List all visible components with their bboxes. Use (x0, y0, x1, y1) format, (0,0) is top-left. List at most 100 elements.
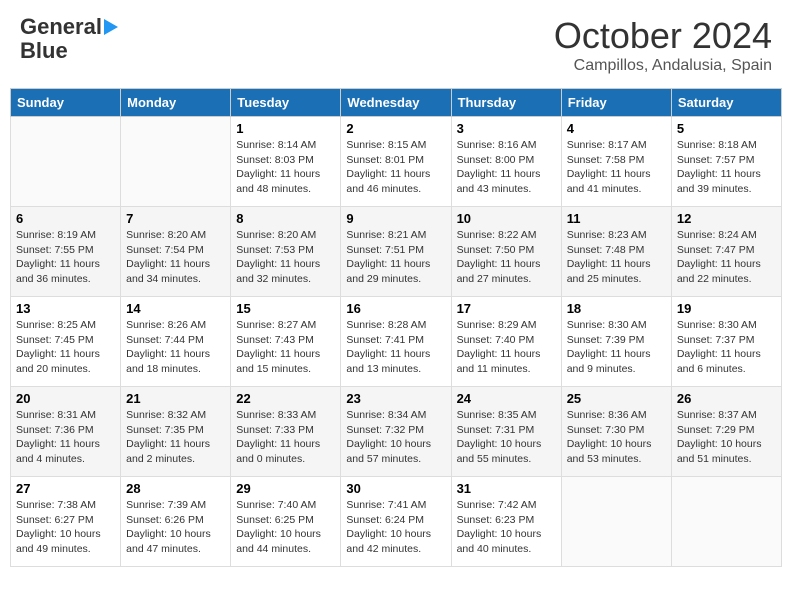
day-info: Sunrise: 8:21 AMSunset: 7:51 PMDaylight:… (346, 228, 445, 287)
weekday-header-row: SundayMondayTuesdayWednesdayThursdayFrid… (11, 89, 782, 117)
calendar-cell: 28 Sunrise: 7:39 AMSunset: 6:26 PMDayligh… (121, 477, 231, 567)
calendar-cell: 4 Sunrise: 8:17 AMSunset: 7:58 PMDaylight… (561, 117, 671, 207)
day-info: Sunrise: 8:22 AMSunset: 7:50 PMDaylight:… (457, 228, 556, 287)
calendar-cell: 22Sunrise: 8:33 AMSunset: 7:33 PMDayligh… (231, 387, 341, 477)
day-info: Sunrise: 8:35 AMSunset: 7:31 PMDaylight:… (457, 408, 556, 467)
day-number: 6 (16, 211, 115, 226)
day-number: 22 (236, 391, 335, 406)
day-number: 5 (677, 121, 776, 136)
day-number: 24 (457, 391, 556, 406)
calendar-cell: 29 Sunrise: 7:40 AMSunset: 6:25 PMDayligh… (231, 477, 341, 567)
day-info: Sunrise: 8:18 AMSunset: 7:57 PMDaylight:… (677, 138, 776, 197)
calendar-cell: 21 Sunrise: 8:32 AMSunset: 7:35 PMDayligh… (121, 387, 231, 477)
day-number: 28 (126, 481, 225, 496)
calendar-cell: 13 Sunrise: 8:25 AMSunset: 7:45 PMDayligh… (11, 297, 121, 387)
calendar-cell: 17Sunrise: 8:29 AMSunset: 7:40 PMDayligh… (451, 297, 561, 387)
day-number: 4 (567, 121, 666, 136)
day-info: Sunrise: 8:16 AMSunset: 8:00 PMDaylight:… (457, 138, 556, 197)
logo-arrow-icon (104, 19, 118, 35)
day-number: 14 (126, 301, 225, 316)
day-info: Sunrise: 8:26 AMSunset: 7:44 PMDaylight:… (126, 318, 225, 377)
day-number: 29 (236, 481, 335, 496)
logo: General Blue (20, 15, 118, 63)
calendar-cell: 25 Sunrise: 8:36 AMSunset: 7:30 PMDayligh… (561, 387, 671, 477)
day-info: Sunrise: 8:34 AMSunset: 7:32 PMDaylight:… (346, 408, 445, 467)
day-info: Sunrise: 7:40 AMSunset: 6:25 PMDaylight:… (236, 498, 335, 557)
calendar-cell: 24 Sunrise: 8:35 AMSunset: 7:31 PMDayligh… (451, 387, 561, 477)
calendar-cell: 26 Sunrise: 8:37 AMSunset: 7:29 PMDayligh… (671, 387, 781, 477)
location-title: Campillos, Andalusia, Spain (554, 57, 772, 75)
calendar-cell: 18 Sunrise: 8:30 AMSunset: 7:39 PMDayligh… (561, 297, 671, 387)
day-number: 12 (677, 211, 776, 226)
calendar-cell: 8 Sunrise: 8:20 AMSunset: 7:53 PMDaylight… (231, 207, 341, 297)
day-number: 13 (16, 301, 115, 316)
calendar-cell: 30 Sunrise: 7:41 AMSunset: 6:24 PMDayligh… (341, 477, 451, 567)
day-info: Sunrise: 8:17 AMSunset: 7:58 PMDaylight:… (567, 138, 666, 197)
calendar-cell: 9Sunrise: 8:21 AMSunset: 7:51 PMDaylight… (341, 207, 451, 297)
calendar-week-row: 6 Sunrise: 8:19 AMSunset: 7:55 PMDaylight… (11, 207, 782, 297)
day-number: 21 (126, 391, 225, 406)
month-title: October 2024 (554, 15, 772, 57)
calendar-cell: 5 Sunrise: 8:18 AMSunset: 7:57 PMDaylight… (671, 117, 781, 207)
weekday-sunday: Sunday (11, 89, 121, 117)
day-info: Sunrise: 8:24 AMSunset: 7:47 PMDaylight:… (677, 228, 776, 287)
day-info: Sunrise: 8:30 AMSunset: 7:37 PMDaylight:… (677, 318, 776, 377)
day-number: 10 (457, 211, 556, 226)
day-number: 26 (677, 391, 776, 406)
day-info: Sunrise: 8:23 AMSunset: 7:48 PMDaylight:… (567, 228, 666, 287)
day-number: 23 (346, 391, 445, 406)
weekday-saturday: Saturday (671, 89, 781, 117)
day-info: Sunrise: 8:32 AMSunset: 7:35 PMDaylight:… (126, 408, 225, 467)
calendar-cell: 14 Sunrise: 8:26 AMSunset: 7:44 PMDayligh… (121, 297, 231, 387)
weekday-tuesday: Tuesday (231, 89, 341, 117)
logo-text-blue: Blue (20, 39, 68, 63)
day-number: 19 (677, 301, 776, 316)
day-info: Sunrise: 8:25 AMSunset: 7:45 PMDaylight:… (16, 318, 115, 377)
calendar-cell: 19 Sunrise: 8:30 AMSunset: 7:37 PMDayligh… (671, 297, 781, 387)
calendar-cell: 23 Sunrise: 8:34 AMSunset: 7:32 PMDayligh… (341, 387, 451, 477)
calendar-week-row: 20 Sunrise: 8:31 AMSunset: 7:36 PMDayligh… (11, 387, 782, 477)
calendar-cell: 3 Sunrise: 8:16 AMSunset: 8:00 PMDaylight… (451, 117, 561, 207)
day-info: Sunrise: 8:19 AMSunset: 7:55 PMDaylight:… (16, 228, 115, 287)
day-info: Sunrise: 8:30 AMSunset: 7:39 PMDaylight:… (567, 318, 666, 377)
title-area: October 2024 Campillos, Andalusia, Spain (554, 15, 772, 75)
day-info: Sunrise: 8:20 AMSunset: 7:54 PMDaylight:… (126, 228, 225, 287)
day-info: Sunrise: 8:28 AMSunset: 7:41 PMDaylight:… (346, 318, 445, 377)
day-number: 27 (16, 481, 115, 496)
day-info: Sunrise: 8:37 AMSunset: 7:29 PMDaylight:… (677, 408, 776, 467)
day-info: Sunrise: 7:38 AMSunset: 6:27 PMDaylight:… (16, 498, 115, 557)
calendar-cell: 31 Sunrise: 7:42 AMSunset: 6:23 PMDayligh… (451, 477, 561, 567)
calendar-cell: 11 Sunrise: 8:23 AMSunset: 7:48 PMDayligh… (561, 207, 671, 297)
day-number: 3 (457, 121, 556, 136)
day-number: 15 (236, 301, 335, 316)
logo-text-general: General (20, 15, 102, 39)
day-number: 7 (126, 211, 225, 226)
calendar-week-row: 13 Sunrise: 8:25 AMSunset: 7:45 PMDayligh… (11, 297, 782, 387)
day-number: 25 (567, 391, 666, 406)
day-number: 20 (16, 391, 115, 406)
day-info: Sunrise: 8:27 AMSunset: 7:43 PMDaylight:… (236, 318, 335, 377)
calendar-cell (561, 477, 671, 567)
calendar-cell: 12 Sunrise: 8:24 AMSunset: 7:47 PMDayligh… (671, 207, 781, 297)
day-number: 16 (346, 301, 445, 316)
day-info: Sunrise: 7:39 AMSunset: 6:26 PMDaylight:… (126, 498, 225, 557)
calendar-cell: 16 Sunrise: 8:28 AMSunset: 7:41 PMDayligh… (341, 297, 451, 387)
day-number: 1 (236, 121, 335, 136)
day-info: Sunrise: 8:31 AMSunset: 7:36 PMDaylight:… (16, 408, 115, 467)
calendar-cell: 1Sunrise: 8:14 AMSunset: 8:03 PMDaylight… (231, 117, 341, 207)
day-info: Sunrise: 8:36 AMSunset: 7:30 PMDaylight:… (567, 408, 666, 467)
day-info: Sunrise: 7:42 AMSunset: 6:23 PMDaylight:… (457, 498, 556, 557)
day-info: Sunrise: 8:29 AMSunset: 7:40 PMDaylight:… (457, 318, 556, 377)
calendar-cell: 7 Sunrise: 8:20 AMSunset: 7:54 PMDaylight… (121, 207, 231, 297)
calendar-cell: 20 Sunrise: 8:31 AMSunset: 7:36 PMDayligh… (11, 387, 121, 477)
day-number: 8 (236, 211, 335, 226)
day-info: Sunrise: 8:20 AMSunset: 7:53 PMDaylight:… (236, 228, 335, 287)
day-info: Sunrise: 7:41 AMSunset: 6:24 PMDaylight:… (346, 498, 445, 557)
calendar-table: SundayMondayTuesdayWednesdayThursdayFrid… (10, 88, 782, 567)
day-number: 30 (346, 481, 445, 496)
weekday-monday: Monday (121, 89, 231, 117)
day-number: 18 (567, 301, 666, 316)
day-number: 31 (457, 481, 556, 496)
calendar-cell (671, 477, 781, 567)
day-number: 11 (567, 211, 666, 226)
